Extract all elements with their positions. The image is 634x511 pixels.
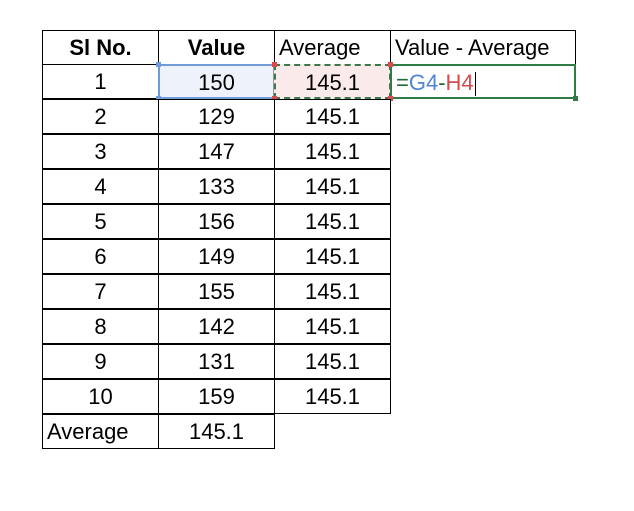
- cell-sl-9[interactable]: 9: [42, 344, 159, 379]
- header-value[interactable]: Value: [158, 30, 275, 65]
- cell-value-9[interactable]: 131: [158, 344, 275, 379]
- cell-average-9[interactable]: 145.1: [274, 344, 391, 379]
- cell-value-2[interactable]: 129: [158, 99, 275, 134]
- formula-ref-g4: G4: [408, 70, 439, 95]
- cell-value-6[interactable]: 149: [158, 239, 275, 274]
- formula-ref-h4: H4: [445, 70, 474, 95]
- cell-average-8[interactable]: 145.1: [274, 309, 391, 344]
- fill-handle[interactable]: [573, 96, 578, 101]
- header-value-minus-average[interactable]: Value - Average: [390, 30, 576, 65]
- spreadsheet-grid: Sl No. Value Average Value - Average 1 1…: [42, 30, 578, 451]
- red-range-handle[interactable]: [272, 62, 277, 67]
- cell-average-6[interactable]: 145.1: [274, 239, 391, 274]
- footer-average-value[interactable]: 145.1: [158, 414, 275, 449]
- cell-average-2[interactable]: 145.1: [274, 99, 391, 134]
- cell-value-5[interactable]: 156: [158, 204, 275, 239]
- cell-sl-5[interactable]: 5: [42, 204, 159, 239]
- cell-average-4[interactable]: 145.1: [274, 169, 391, 204]
- formula-equals: =: [396, 70, 409, 95]
- active-formula-cell[interactable]: =G4-H4: [390, 64, 576, 99]
- cell-sl-7[interactable]: 7: [42, 274, 159, 309]
- cell-average-5[interactable]: 145.1: [274, 204, 391, 239]
- cell-sl-10[interactable]: 10: [42, 379, 159, 414]
- cell-value-1[interactable]: 150: [158, 64, 275, 99]
- header-sl-no[interactable]: Sl No.: [42, 30, 159, 65]
- cell-value-3[interactable]: 147: [158, 134, 275, 169]
- formula-operator: -: [438, 70, 446, 95]
- header-average[interactable]: Average: [274, 30, 391, 65]
- cell-value-8[interactable]: 142: [158, 309, 275, 344]
- blue-range-handle[interactable]: [156, 62, 161, 67]
- cell-value-10[interactable]: 159: [158, 379, 275, 414]
- cell-sl-3[interactable]: 3: [42, 134, 159, 169]
- cell-sl-2[interactable]: 2: [42, 99, 159, 134]
- cell-average-10[interactable]: 145.1: [274, 379, 391, 414]
- cell-sl-6[interactable]: 6: [42, 239, 159, 274]
- cell-value-7[interactable]: 155: [158, 274, 275, 309]
- cell-average-3[interactable]: 145.1: [274, 134, 391, 169]
- cell-sl-4[interactable]: 4: [42, 169, 159, 204]
- cell-value-4[interactable]: 133: [158, 169, 275, 204]
- cell-sl-8[interactable]: 8: [42, 309, 159, 344]
- text-cursor: [474, 72, 476, 97]
- cell-average-7[interactable]: 145.1: [274, 274, 391, 309]
- footer-average-label[interactable]: Average: [42, 414, 159, 449]
- red-range-handle[interactable]: [388, 62, 393, 67]
- cell-sl-1[interactable]: 1: [42, 64, 159, 99]
- cell-average-1[interactable]: 145.1: [274, 64, 391, 99]
